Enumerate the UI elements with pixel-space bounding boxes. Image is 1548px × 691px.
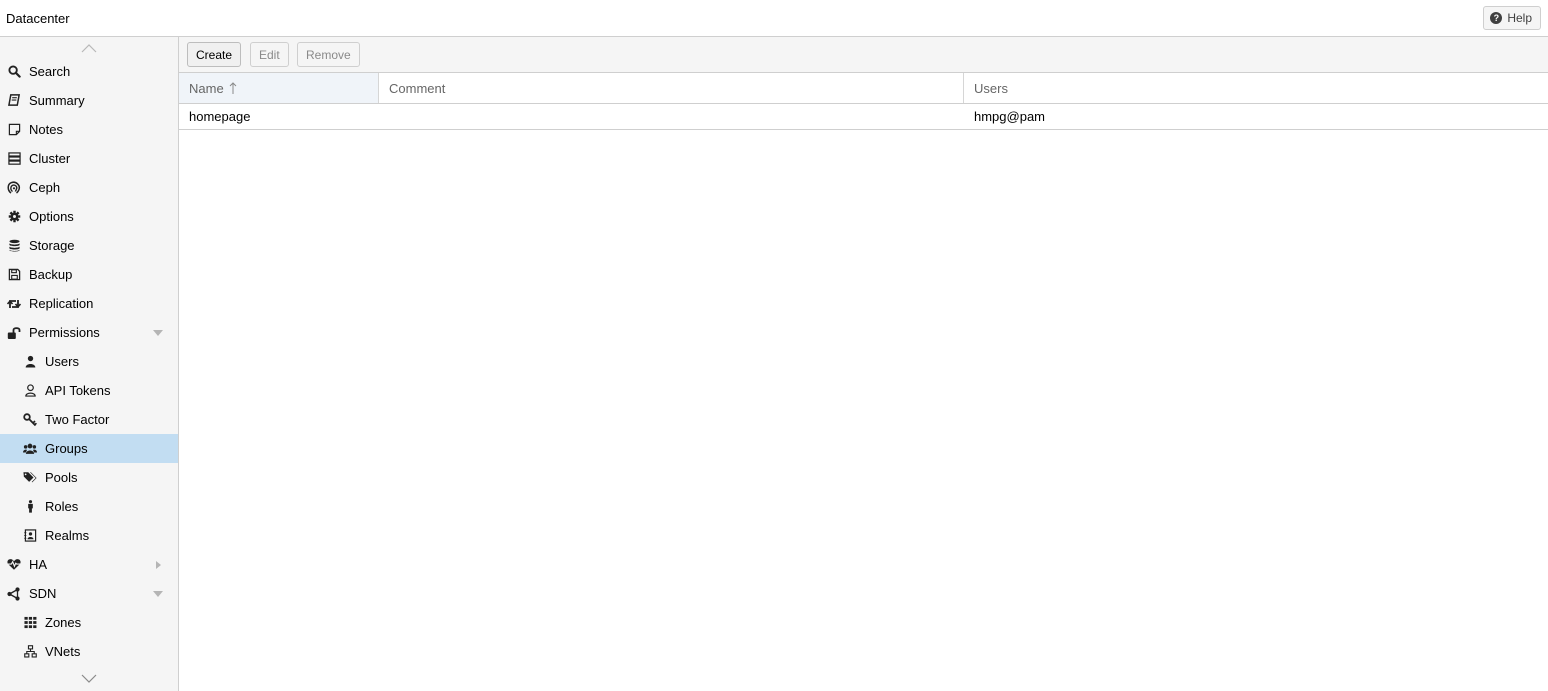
sidebar-item-label: Roles: [45, 499, 79, 514]
help-button[interactable]: ? Help: [1483, 6, 1541, 30]
sort-ascending-icon: [229, 81, 237, 94]
sidebar-item-label: Notes: [29, 122, 63, 137]
sidebar-item-replication[interactable]: Replication: [0, 289, 178, 318]
sidebar-item-label: Cluster: [29, 151, 71, 166]
column-header-comment[interactable]: Comment: [379, 73, 964, 103]
address-book-icon: [23, 529, 37, 543]
column-header-comment-label: Comment: [389, 80, 446, 96]
sidebar-item-groups[interactable]: Groups: [0, 434, 178, 463]
server-icon: [7, 152, 21, 166]
main-panel: Create Edit Remove Name Comment Users ho…: [179, 37, 1548, 691]
column-header-name-label: Name: [189, 80, 224, 96]
gear-icon: [7, 210, 21, 224]
sidebar-item-permissions[interactable]: Permissions: [0, 318, 178, 347]
sidebar-item-pools[interactable]: Pools: [0, 463, 178, 492]
scroll-down-icon[interactable]: [80, 673, 98, 685]
sidebar-item-summary[interactable]: Summary: [0, 86, 178, 115]
toolbar: Create Edit Remove: [179, 37, 1548, 73]
scroll-up-icon[interactable]: [80, 42, 98, 54]
column-header-users[interactable]: Users: [964, 73, 1548, 103]
sidebar-item-label: Permissions: [29, 325, 100, 340]
sidebar-item-ha[interactable]: HA: [0, 550, 178, 579]
sidebar-item-sdn[interactable]: SDN: [0, 579, 178, 608]
caret-down-icon[interactable]: [152, 590, 164, 598]
edit-button[interactable]: Edit: [250, 42, 289, 67]
sidebar-item-label: VNets: [45, 644, 81, 659]
cell-comment: [379, 104, 964, 129]
help-button-label: Help: [1507, 11, 1532, 25]
male-icon: [23, 500, 37, 514]
heartbeat-icon: [7, 558, 21, 572]
remove-button[interactable]: Remove: [297, 42, 360, 67]
sidebar-item-label: Search: [29, 64, 71, 79]
sitemap-icon: [23, 645, 37, 659]
sidebar-item-ceph[interactable]: Ceph: [0, 173, 178, 202]
floppy-icon: [7, 268, 21, 282]
sidebar-item-label: Replication: [29, 296, 94, 311]
sticky-note-icon: [7, 123, 21, 137]
caret-right-icon[interactable]: [152, 561, 164, 569]
sidebar-item-realms[interactable]: Realms: [0, 521, 178, 550]
caret-down-icon[interactable]: [152, 329, 164, 337]
sidebar-item-roles[interactable]: Roles: [0, 492, 178, 521]
sidebar-item-label: SDN: [29, 586, 57, 601]
table-row[interactable]: homepage hmpg@pam: [179, 104, 1548, 130]
user-icon: [23, 355, 37, 369]
top-header: Datacenter ? Help: [0, 0, 1548, 37]
sidebar-item-users[interactable]: Users: [0, 347, 178, 376]
sidebar-item-two-factor[interactable]: Two Factor: [0, 405, 178, 434]
sidebar-item-label: Users: [45, 354, 79, 369]
sidebar-item-label: Realms: [45, 528, 90, 543]
book-icon: [7, 94, 21, 108]
sidebar-item-storage[interactable]: Storage: [0, 231, 178, 260]
sidebar-item-backup[interactable]: Backup: [0, 260, 178, 289]
key-icon: [23, 412, 37, 427]
sidebar-item-label: Storage: [29, 238, 75, 253]
sidebar-item-zones[interactable]: Zones: [0, 608, 178, 637]
ceph-icon: [7, 181, 21, 195]
sidebar-item-notes[interactable]: Notes: [0, 115, 178, 144]
column-header-name[interactable]: Name: [179, 73, 379, 103]
create-button[interactable]: Create: [187, 42, 242, 67]
unlock-icon: [7, 326, 21, 340]
sidebar-item-label: Ceph: [29, 180, 61, 195]
database-icon: [7, 239, 21, 253]
sidebar-item-label: Pools: [45, 470, 78, 485]
search-icon: [7, 65, 21, 79]
page-title: Datacenter: [6, 11, 70, 26]
sidebar-item-label: API Tokens: [45, 383, 111, 398]
sidebar-item-api-tokens[interactable]: API Tokens: [0, 376, 178, 405]
sidebar-item-label: Groups: [45, 441, 88, 456]
sidebar-item-label: Options: [29, 209, 74, 224]
sidebar-nav: Search Summary Notes Cluster Ceph Options Stor…: [0, 57, 178, 666]
grid-header: Name Comment Users: [179, 73, 1548, 104]
retweet-icon: [7, 297, 21, 311]
sidebar-item-search[interactable]: Search: [0, 57, 178, 86]
question-circle-icon: ?: [1490, 12, 1503, 24]
th-icon: [23, 616, 37, 630]
sidebar-item-label: HA: [29, 557, 48, 572]
tags-icon: [23, 471, 37, 485]
column-header-users-label: Users: [974, 80, 1008, 96]
sdn-icon: [7, 586, 21, 601]
sidebar: Search Summary Notes Cluster Ceph Options Stor…: [0, 37, 179, 691]
sidebar-item-vnets[interactable]: VNets: [0, 637, 178, 666]
cell-name: homepage: [189, 109, 251, 124]
sidebar-item-label: Zones: [45, 615, 82, 630]
user-outline-icon: [23, 384, 37, 398]
sidebar-item-label: Backup: [29, 267, 73, 282]
cell-users: hmpg@pam: [974, 109, 1046, 124]
sidebar-item-cluster[interactable]: Cluster: [0, 144, 178, 173]
sidebar-item-label: Two Factor: [45, 412, 110, 427]
sidebar-item-options[interactable]: Options: [0, 202, 178, 231]
users-icon: [23, 442, 37, 456]
sidebar-item-label: Summary: [29, 93, 85, 108]
